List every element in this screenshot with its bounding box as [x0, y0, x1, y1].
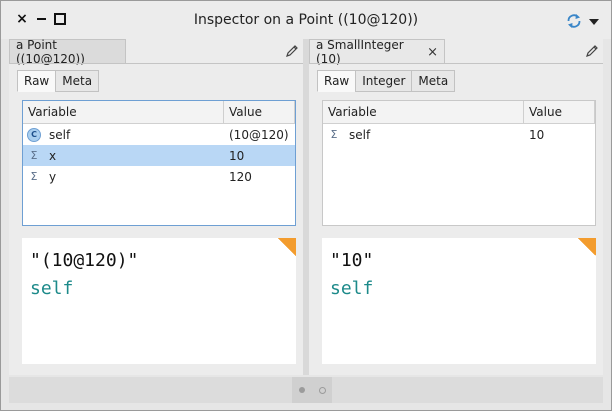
column-header-variable[interactable]: Variable	[23, 101, 224, 123]
value-cell: 10	[229, 148, 245, 163]
sigma-icon: Σ	[30, 149, 38, 162]
inspector-content: a Point ((10@120)) Raw Meta Variable Val…	[9, 38, 603, 376]
left-pane: a Point ((10@120)) Raw Meta Variable Val…	[9, 38, 303, 376]
tab-raw[interactable]: Raw	[17, 70, 57, 92]
right-variables-table[interactable]: Variable Value Σ self 10	[322, 100, 596, 226]
right-subtabs: Raw Integer Meta	[317, 70, 456, 92]
pager-bar	[9, 377, 603, 403]
variable-name: self	[49, 127, 71, 142]
right-pane-tab[interactable]: a SmallInteger (10) ×	[309, 38, 445, 66]
table-row[interactable]: C self (10@120)	[23, 124, 295, 145]
tab-raw[interactable]: Raw	[317, 70, 357, 92]
tab-meta[interactable]: Meta	[55, 70, 100, 92]
page-dot-2[interactable]	[318, 386, 326, 394]
left-pane-tab[interactable]: a Point ((10@120))	[9, 38, 126, 66]
pager-dots	[292, 377, 332, 403]
column-header-variable[interactable]: Variable	[323, 101, 524, 123]
class-icon: C	[27, 127, 41, 142]
tab-meta[interactable]: Meta	[411, 70, 456, 92]
pencil-icon[interactable]	[585, 44, 599, 58]
variable-cell: Σ x	[23, 149, 224, 163]
window-title: Inspector on a Point ((10@120))	[193, 12, 419, 28]
code-print-string[interactable]: "10"	[330, 250, 373, 271]
close-icon[interactable]: ×	[427, 45, 438, 60]
variable-name: self	[349, 127, 371, 142]
value-cell: 120	[229, 169, 252, 184]
sigma-icon: Σ	[30, 170, 38, 183]
left-pane-tab-label: a Point ((10@120))	[16, 38, 85, 66]
variable-cell: Σ self	[323, 128, 524, 142]
code-self[interactable]: self	[330, 278, 373, 299]
inspector-window: × Inspector on a Point ((10@120)) a Poin…	[0, 0, 612, 411]
left-variables-table[interactable]: Variable Value C self (10@120) Σ x 10 Σ …	[22, 100, 296, 226]
value-cell: (10@120)	[229, 127, 289, 142]
table-row[interactable]: Σ self 10	[323, 124, 595, 145]
tab-integer[interactable]: Integer	[355, 70, 413, 92]
right-pane-body: Raw Integer Meta Variable Value Σ self 1…	[309, 63, 603, 376]
variable-cell: Σ y	[23, 170, 224, 184]
page-dot-1[interactable]	[298, 387, 305, 393]
variable-name: y	[49, 169, 57, 184]
code-self[interactable]: self	[30, 278, 73, 299]
sigma-icon: Σ	[330, 128, 338, 141]
corner-marker-icon	[578, 238, 596, 256]
left-code-editor[interactable]: "(10@120)" self	[22, 238, 296, 364]
corner-marker-icon	[278, 238, 296, 256]
right-pane-tab-label: a SmallInteger (10)	[316, 38, 404, 66]
refresh-icon[interactable]	[565, 12, 583, 30]
left-subtabs: Raw Meta	[17, 70, 100, 92]
column-header-value[interactable]: Value	[524, 101, 595, 123]
variable-cell: C self	[23, 127, 224, 142]
table-header: Variable Value	[323, 101, 595, 124]
left-pane-body: Raw Meta Variable Value C self (10@120)	[9, 63, 303, 376]
window-menu-arrow-icon[interactable]	[589, 19, 599, 25]
right-pane: a SmallInteger (10) × Raw Integer Meta V…	[309, 38, 603, 376]
value-cell: 10	[529, 127, 545, 142]
variable-name: x	[49, 148, 57, 163]
column-header-value[interactable]: Value	[224, 101, 295, 123]
table-header: Variable Value	[23, 101, 295, 124]
right-code-editor[interactable]: "10" self	[322, 238, 596, 364]
pencil-icon[interactable]	[285, 44, 299, 58]
title-bar[interactable]: × Inspector on a Point ((10@120))	[1, 1, 611, 39]
code-print-string[interactable]: "(10@120)"	[30, 250, 138, 271]
table-row[interactable]: Σ x 10	[23, 145, 295, 166]
table-row[interactable]: Σ y 120	[23, 166, 295, 187]
